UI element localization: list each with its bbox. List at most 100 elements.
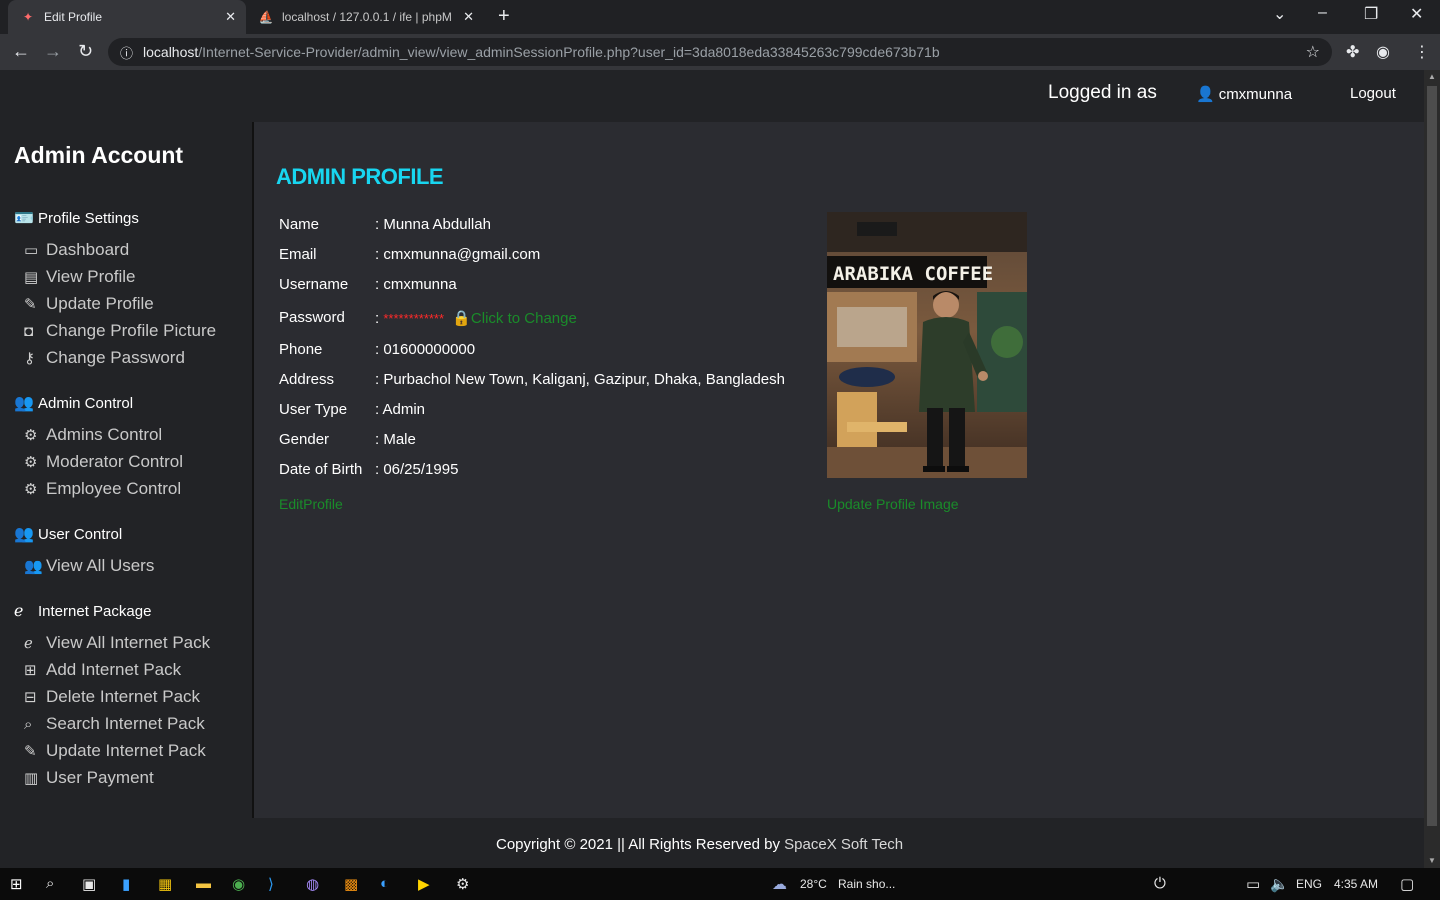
word-app-icon[interactable]: ▮ (122, 875, 130, 893)
sidebar-item-label: User Payment (46, 768, 154, 787)
copyright-text: Copyright © 2021 || All Rights Reserved … (496, 836, 903, 853)
tab-title: localhost / 127.0.0.1 / ife | phpMy (282, 10, 452, 24)
tab-close-icon[interactable]: ✕ (225, 9, 236, 25)
chrome-app-icon[interactable]: ◉ (232, 875, 245, 893)
scroll-up-icon[interactable]: ▲ (1428, 72, 1436, 81)
current-user-link[interactable]: 👤 cmxmunna (1196, 85, 1292, 104)
users-icon: 👥 (24, 558, 43, 575)
top-navbar: Logged in as 👤 cmxmunna Logout (0, 70, 1424, 122)
page-scrollbar[interactable]: ▲ ▼ (1424, 70, 1440, 868)
restore-icon[interactable]: ❐ (1364, 4, 1378, 24)
sidebar-item-update-profile[interactable]: ✎ Update Profile (24, 294, 154, 314)
sidebar: Admin Account 🪪 Profile Settings ▭ Dashb… (0, 122, 254, 818)
sidebar-item-label: Update Internet Pack (46, 741, 206, 760)
logout-link[interactable]: Logout (1350, 85, 1396, 102)
volume-icon[interactable]: 🔈 (1270, 875, 1289, 893)
extensions-icon[interactable]: ✤ (1346, 42, 1359, 62)
search-icon: ⌕ (24, 715, 33, 733)
reload-icon[interactable]: ↻ (78, 41, 93, 62)
section-label: Internet Package (38, 602, 152, 620)
page-footer: Copyright © 2021 || All Rights Reserved … (0, 818, 1424, 868)
users-cog-icon: 👥 (14, 526, 34, 543)
profile-row-username: Username : cmxmunna (279, 276, 457, 293)
back-icon[interactable]: ← (12, 41, 30, 62)
vscode-app-icon[interactable]: ⟩ (268, 875, 274, 893)
section-admin-control[interactable]: 👥 Admin Control (14, 393, 133, 413)
url-host: localhost (143, 44, 199, 60)
sidebar-item-search-internet-pack[interactable]: ⌕ Search Internet Pack (24, 714, 205, 734)
close-window-icon[interactable]: ✕ (1410, 4, 1423, 24)
scroll-down-icon[interactable]: ▼ (1428, 856, 1436, 865)
section-profile-settings[interactable]: 🪪 Profile Settings (14, 208, 139, 228)
tab-phpmyadmin[interactable]: ⛵ localhost / 127.0.0.1 / ife | phpMy ✕ (248, 0, 484, 34)
sidebar-item-change-password[interactable]: ⚷ Change Password (24, 348, 185, 368)
tab-close-icon[interactable]: ✕ (463, 9, 474, 25)
sidebar-item-label: View Profile (46, 267, 136, 286)
sidebar-item-label: Moderator Control (46, 452, 184, 471)
sidebar-item-admins-control[interactable]: ⚙ Admins Control (24, 425, 162, 445)
sidebar-item-add-internet-pack[interactable]: ⊞ Add Internet Pack (24, 660, 181, 680)
change-password-link[interactable]: 🔒Click to Change (452, 310, 577, 327)
windows-start-icon[interactable]: ⊞ (10, 875, 23, 893)
user-shield-icon: 👥 (14, 395, 34, 412)
sidebar-item-view-profile[interactable]: ▤ View Profile (24, 267, 135, 287)
forward-icon[interactable]: → (44, 41, 62, 62)
weather-desc[interactable]: Rain sho... (838, 877, 895, 891)
search-icon[interactable]: ⌕ (46, 875, 54, 892)
sidebar-item-view-all-internet-pack[interactable]: ℯ View All Internet Pack (24, 633, 210, 653)
sidebar-item-moderator-control[interactable]: ⚙ Moderator Control (24, 452, 183, 472)
internet-explorer-icon: ℯ (14, 603, 24, 620)
logged-in-label: Logged in as (1048, 82, 1157, 103)
browser-menu-icon[interactable]: ⋮ (1414, 42, 1430, 62)
field-value: : ************ 🔒Click to Change (375, 309, 577, 327)
sidebar-item-label: View All Users (46, 556, 155, 575)
address-bar[interactable]: ⓘ localhost/Internet-Service-Provider/ad… (108, 38, 1332, 66)
minus-square-icon: ⊟ (24, 689, 37, 706)
edit-profile-link[interactable]: EditProfile (279, 496, 343, 512)
section-internet-package[interactable]: ℯ Internet Package (14, 601, 151, 621)
media-app-icon[interactable]: ▶ (418, 875, 430, 893)
sidebar-item-dashboard[interactable]: ▭ Dashboard (24, 240, 129, 260)
tray-overflow-icon[interactable]: ⏻ (1154, 875, 1166, 892)
sidebar-item-view-all-users[interactable]: 👥 View All Users (24, 556, 154, 576)
file-explorer-icon[interactable]: ▬ (196, 875, 211, 892)
scrollbar-thumb[interactable] (1427, 86, 1437, 826)
store-app-icon[interactable]: ▦ (158, 875, 172, 893)
bookmark-star-icon[interactable]: ☆ (1306, 42, 1320, 62)
profile-avatar-icon[interactable]: ◉ (1376, 42, 1390, 62)
profile-row-address: Address : Purbachol New Town, Kaliganj, … (279, 371, 785, 388)
site-info-icon[interactable]: ⓘ (120, 43, 133, 62)
clock-time[interactable]: 4:35 AM (1334, 877, 1378, 891)
network-icon[interactable]: ▭ (1246, 875, 1260, 893)
edge-app-icon[interactable]: ◐ (380, 875, 389, 892)
sidebar-item-update-internet-pack[interactable]: ✎ Update Internet Pack (24, 741, 206, 761)
lock-icon: 🔒 (452, 310, 471, 327)
sidebar-item-employee-control[interactable]: ⚙ Employee Control (24, 479, 181, 499)
new-tab-icon[interactable]: + (498, 5, 510, 28)
sidebar-item-change-profile-picture[interactable]: ◘ Change Profile Picture (24, 321, 216, 341)
settings-app-icon[interactable]: ⚙ (456, 875, 469, 893)
task-view-icon[interactable]: ▣ (82, 875, 96, 893)
sidebar-item-label: Change Password (46, 348, 185, 367)
sidebar-item-user-payment[interactable]: ▥ User Payment (24, 768, 154, 788)
section-user-control[interactable]: 👥 User Control (14, 524, 122, 544)
brand-link[interactable]: SpaceX Soft Tech (784, 836, 903, 853)
github-app-icon[interactable]: ◍ (306, 875, 319, 893)
phpmyadmin-favicon-icon: ⛵ (258, 10, 274, 24)
main-content: ADMIN PROFILE Name : Munna Abdullah Emai… (256, 122, 1424, 818)
browser-tab-bar: ✦ Edit Profile ✕ ⛵ localhost / 127.0.0.1… (0, 0, 1440, 34)
tab-edit-profile[interactable]: ✦ Edit Profile ✕ (8, 0, 246, 34)
camera-icon: ◘ (24, 322, 34, 340)
colon-text: : (375, 310, 380, 327)
update-profile-image-link[interactable]: Update Profile Image (827, 496, 959, 512)
sidebar-item-delete-internet-pack[interactable]: ⊟ Delete Internet Pack (24, 687, 200, 707)
field-value: : 01600000000 (375, 341, 476, 358)
notification-icon[interactable]: ▢ (1400, 875, 1414, 893)
field-label: Gender (279, 431, 330, 448)
field-label: Email (279, 246, 317, 263)
minimize-icon[interactable]: – (1318, 4, 1327, 22)
profile-menu-icon[interactable]: ⌄ (1273, 4, 1286, 24)
language-indicator[interactable]: ENG (1296, 877, 1322, 891)
xampp-app-icon[interactable]: ▩ (344, 875, 358, 893)
web-page: Logged in as 👤 cmxmunna Logout Admin Acc… (0, 70, 1424, 868)
